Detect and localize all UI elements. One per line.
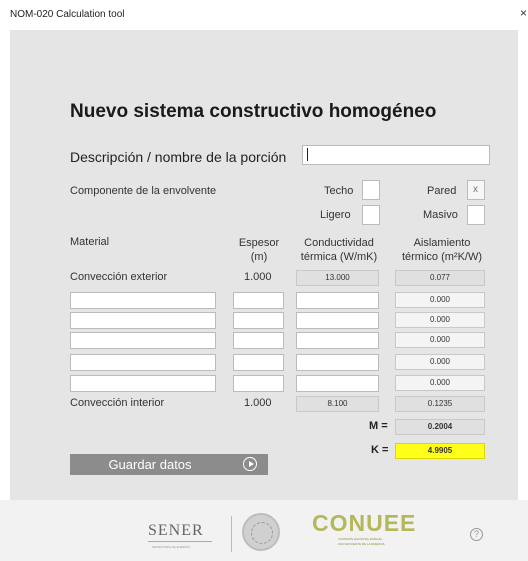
- col-aislamiento: Aislamiento térmico (m²K/W): [389, 236, 495, 264]
- layer-1-conductividad-input[interactable]: [296, 292, 379, 309]
- masivo-label: Masivo: [423, 209, 458, 221]
- layer-4-conductividad-input[interactable]: [296, 354, 379, 371]
- interior-espesor: 1.000: [244, 397, 272, 409]
- checkmark-x: x: [473, 184, 478, 195]
- layer-4-aislamiento: 0.000: [395, 354, 485, 370]
- play-circle-icon: [243, 457, 257, 471]
- layer-1-espesor-input[interactable]: [233, 292, 284, 309]
- exterior-aislamiento: 0.077: [395, 270, 485, 286]
- col-espesor: Espesor (m): [229, 236, 289, 264]
- save-button[interactable]: Guardar datos: [70, 454, 268, 475]
- col-espesor-title: Espesor: [238, 237, 280, 249]
- layer-5-material-input[interactable]: [70, 375, 216, 392]
- ligero-checkbox[interactable]: [362, 205, 380, 225]
- techo-checkbox[interactable]: [362, 180, 380, 200]
- interior-aislamiento: 0.1235: [395, 396, 485, 412]
- pared-checkbox[interactable]: x: [467, 180, 485, 200]
- layer-5-conductividad-input[interactable]: [296, 375, 379, 392]
- m-label: M =: [369, 420, 388, 432]
- exterior-label: Convección exterior: [70, 271, 168, 283]
- pared-label: Pared: [427, 185, 457, 197]
- layer-2-material-input[interactable]: [70, 312, 216, 329]
- techo-label: Techo: [324, 185, 354, 197]
- k-value: 4.9905: [395, 443, 485, 459]
- col-aislamiento-title: Aislamiento: [413, 237, 471, 249]
- conuee-subtitle-2: USO EFICIENTE DE LA ENERGÍA: [338, 542, 385, 546]
- sener-underline: [148, 541, 212, 542]
- sener-subtitle: SECRETARÍA DE ENERGÍA: [152, 545, 191, 549]
- m-value: 0.2004: [395, 419, 485, 435]
- exterior-conductividad: 13.000: [296, 270, 379, 286]
- col-conductividad-unit: térmica (W/mK): [300, 251, 378, 263]
- layer-4-material-input[interactable]: [70, 354, 216, 371]
- seal-icon: [242, 513, 280, 551]
- app-window: NOM-020 Calculation tool × Nuevo sistema…: [0, 0, 528, 561]
- layer-1-material-input[interactable]: [70, 292, 216, 309]
- layer-4-espesor-input[interactable]: [233, 354, 284, 371]
- k-label: K =: [371, 444, 389, 456]
- masivo-checkbox[interactable]: [467, 205, 485, 225]
- layer-3-espesor-input[interactable]: [233, 332, 284, 349]
- exterior-espesor: 1.000: [244, 271, 272, 283]
- logo-divider: [231, 516, 232, 552]
- col-conductividad-title: Conductividad: [304, 237, 374, 249]
- text-caret: [307, 148, 308, 161]
- layer-3-conductividad-input[interactable]: [296, 332, 379, 349]
- description-label: Descripción / nombre de la porción: [70, 149, 287, 165]
- layer-5-aislamiento: 0.000: [395, 375, 485, 391]
- layer-2-aislamiento: 0.000: [395, 312, 485, 328]
- layer-2-conductividad-input[interactable]: [296, 312, 379, 329]
- page-title: Nuevo sistema constructivo homogéneo: [70, 101, 437, 122]
- col-aislamiento-unit: térmico (m²K/W): [401, 251, 483, 263]
- ligero-label: Ligero: [320, 209, 351, 221]
- help-icon[interactable]: ?: [470, 528, 483, 541]
- layer-3-material-input[interactable]: [70, 332, 216, 349]
- layer-1-aislamiento: 0.000: [395, 292, 485, 308]
- save-button-label: Guardar datos: [108, 457, 192, 472]
- interior-label: Convección interior: [70, 397, 165, 409]
- interior-conductividad: 8.100: [296, 396, 379, 412]
- description-input[interactable]: [302, 145, 490, 165]
- col-espesor-unit: (m): [250, 251, 268, 263]
- close-icon[interactable]: ×: [520, 6, 528, 20]
- conuee-logo: CONUEE: [312, 510, 417, 536]
- layer-2-espesor-input[interactable]: [233, 312, 284, 329]
- layer-3-aislamiento: 0.000: [395, 332, 485, 348]
- col-material: Material: [70, 236, 110, 248]
- sener-logo: SENER: [148, 522, 204, 539]
- col-conductividad: Conductividad térmica (W/mK): [292, 236, 386, 264]
- window-title: NOM-020 Calculation tool: [10, 9, 125, 20]
- layer-5-espesor-input[interactable]: [233, 375, 284, 392]
- envelope-label: Componente de la envolvente: [70, 185, 217, 197]
- title-bar: NOM-020 Calculation tool ×: [0, 0, 528, 30]
- conuee-subtitle-1: COMISIÓN NACIONAL PARA EL: [338, 537, 383, 541]
